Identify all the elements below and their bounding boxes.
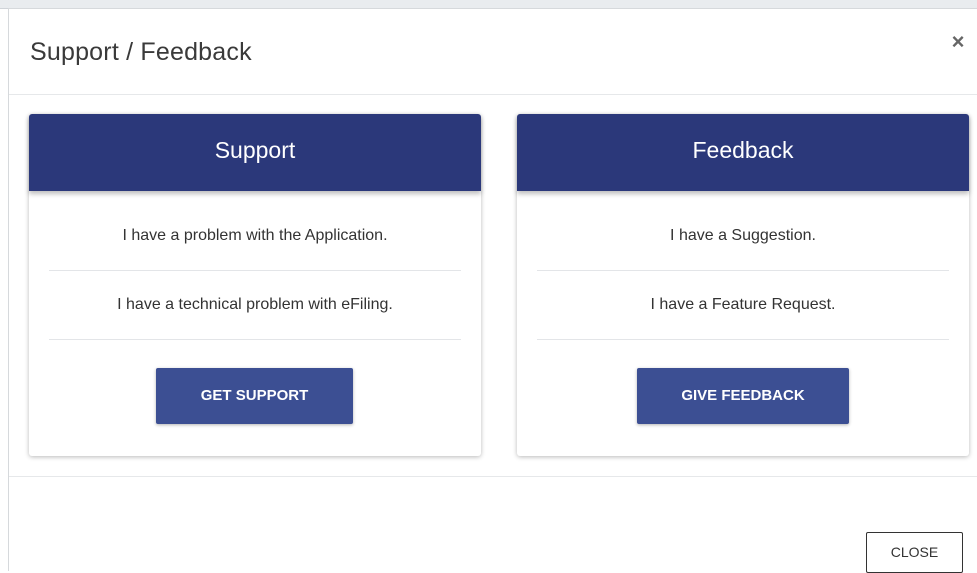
support-card-header: Support <box>29 114 481 191</box>
support-card-title: Support <box>214 137 296 163</box>
close-icon[interactable]: × <box>947 31 969 53</box>
modal-title: Support / Feedback <box>30 38 252 66</box>
get-support-button[interactable]: GET SUPPORT <box>156 368 353 424</box>
feedback-card: Feedback I have a Suggestion. I have a F… <box>517 114 969 456</box>
modal-header: Support / Feedback × <box>9 9 977 95</box>
close-button[interactable]: CLOSE <box>866 532 963 573</box>
support-card: Support I have a problem with the Applic… <box>29 114 481 456</box>
feedback-option-suggestion: I have a Suggestion. <box>537 202 949 271</box>
feedback-option-feature-request: I have a Feature Request. <box>537 271 949 340</box>
modal-footer-divider <box>9 476 977 477</box>
support-option-efiling-problem: I have a technical problem with eFiling. <box>49 271 461 340</box>
feedback-card-header: Feedback <box>517 114 969 191</box>
support-feedback-modal: Support / Feedback × Support I have a pr… <box>8 8 977 573</box>
give-feedback-button[interactable]: GIVE FEEDBACK <box>637 368 849 424</box>
support-option-application-problem: I have a problem with the Application. <box>49 202 461 271</box>
feedback-card-title: Feedback <box>692 137 794 163</box>
